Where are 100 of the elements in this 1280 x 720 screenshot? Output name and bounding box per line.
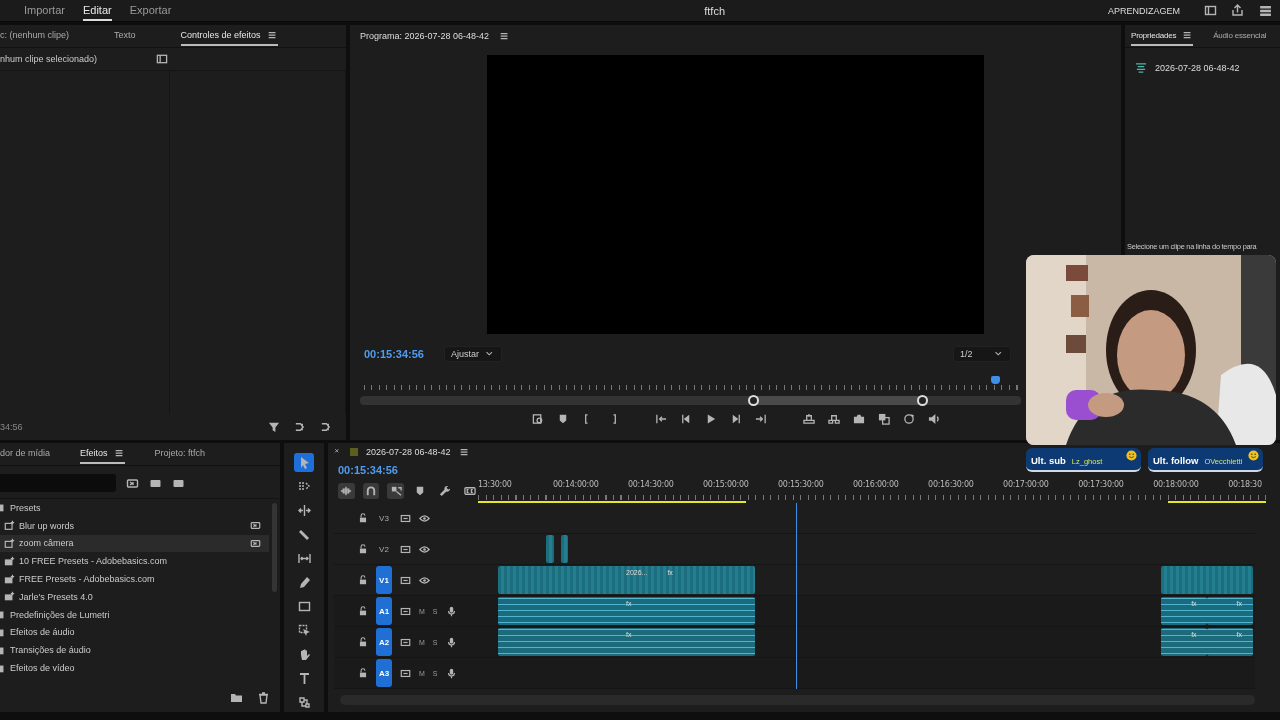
filter-icon[interactable]: [268, 421, 280, 433]
snap-icon[interactable]: [365, 485, 377, 497]
panel-tab[interactable]: Áudio essencial: [1213, 27, 1267, 45]
timecode: 34:56: [0, 422, 23, 432]
volume-icon[interactable]: [927, 413, 940, 425]
step-back-icon[interactable]: [679, 413, 692, 425]
effects-item[interactable]: FREE Presets - Adobebasics.com: [0, 570, 269, 588]
menu-icon[interactable]: [1258, 3, 1272, 18]
track-target[interactable]: V2: [376, 535, 392, 563]
video-clip[interactable]: [560, 535, 569, 563]
effects-item[interactable]: Transições de áudio: [0, 641, 269, 660]
menu-icon[interactable]: [113, 447, 125, 459]
smiley-icon: [1248, 450, 1259, 461]
sync-lock-icon[interactable]: [400, 512, 411, 524]
linked-selection-icon[interactable]: [389, 485, 402, 497]
sync-lock-icon[interactable]: [400, 574, 411, 586]
ruler-label: 00:18:00:00: [1153, 480, 1199, 489]
go-to-in-icon[interactable]: [654, 413, 667, 425]
eye-icon[interactable]: [419, 543, 430, 555]
video-clip[interactable]: [546, 535, 554, 563]
panel-icon[interactable]: [1204, 4, 1217, 17]
effects-item[interactable]: Efeitos de áudio: [0, 623, 269, 642]
track-target[interactable]: A1: [376, 597, 392, 625]
eye-icon[interactable]: [419, 574, 430, 586]
extract-icon[interactable]: [827, 413, 840, 425]
slip-icon: [297, 552, 311, 565]
ruler-label: 00:16:30:00: [928, 480, 974, 489]
sequence-swatch: [350, 448, 358, 456]
badge-label: Ult. sub: [1031, 455, 1066, 466]
track-target[interactable]: V1: [376, 566, 392, 594]
ruler-label: 13:30:00: [478, 480, 512, 489]
scroll-handle[interactable]: [916, 395, 928, 406]
lock-icon[interactable]: [358, 513, 368, 523]
effects-item[interactable]: Jarle's Presets 4.0: [0, 588, 269, 606]
nav-tab[interactable]: Exportar: [129, 0, 172, 21]
panel-tab[interactable]: dor de mídia: [0, 445, 51, 463]
mic-icon[interactable]: [445, 605, 457, 617]
panel-tab[interactable]: Efeitos: [80, 444, 125, 464]
panel-tab[interactable]: Projeto: ftfch: [154, 445, 206, 463]
ruler-label: 00:15:00:00: [703, 480, 749, 489]
track-target[interactable]: A2: [376, 628, 392, 656]
wrench-icon[interactable]: [439, 485, 451, 497]
selection-tool[interactable]: [294, 453, 314, 472]
razor-icon: [297, 528, 311, 541]
resolution-dropdown[interactable]: 1/2: [953, 346, 1011, 362]
effects-item[interactable]: Efeitos de vídeo: [0, 659, 269, 677]
eye-icon[interactable]: [419, 512, 430, 524]
zoom-icon[interactable]: [531, 413, 544, 425]
lock-icon[interactable]: [358, 668, 368, 678]
effects-item[interactable]: zoom câmera: [0, 534, 269, 553]
nest-icon[interactable]: [340, 485, 353, 497]
compare-icon[interactable]: [877, 413, 890, 425]
time-ruler[interactable]: 13:30:00 00:14:00:00 00:14:30:00 00:15:00:00 00:15:30:00 00:16:00:00 00:16:30:00 00:17:00:00 00:17:30:00 00:18:00:00 00:18:30: [478, 479, 1266, 503]
effects-item[interactable]: 10 FREE Presets - Adobebasics.com: [0, 552, 269, 571]
camera-icon[interactable]: [852, 413, 865, 425]
share-icon[interactable]: [1231, 4, 1244, 17]
panel-tab[interactable]: Controles de efeitos: [180, 26, 278, 46]
nav-tab[interactable]: Importar: [24, 0, 65, 21]
sync-lock-icon[interactable]: [400, 543, 411, 555]
track-target[interactable]: A3: [376, 659, 392, 687]
track-target[interactable]: V3: [376, 504, 392, 532]
sync-lock-icon[interactable]: [400, 636, 411, 648]
zoom-scrollbar[interactable]: [360, 396, 1021, 405]
panel-tab[interactable]: c: (nenhum clipe): [0, 27, 70, 45]
timecode[interactable]: 00:15:34:56: [364, 348, 424, 360]
effects-item[interactable]: Presets: [0, 499, 269, 517]
video-clip[interactable]: [1161, 566, 1253, 594]
timecode[interactable]: 00:15:34:56: [338, 464, 398, 476]
trim-icon[interactable]: [902, 413, 915, 425]
close-icon[interactable]: [334, 448, 342, 456]
mic-icon[interactable]: [445, 636, 457, 648]
ripple-edit-icon: [297, 504, 311, 517]
panel-tab[interactable]: Texto: [114, 27, 136, 45]
sync-lock-icon[interactable]: [400, 605, 411, 617]
effects-item[interactable]: Blur up words: [0, 516, 269, 535]
captions-icon[interactable]: [463, 485, 476, 497]
lock-icon[interactable]: [358, 575, 368, 585]
panel-tab[interactable]: Propriedades: [1131, 26, 1194, 46]
bin-icon: [4, 591, 15, 603]
type-icon: [297, 672, 311, 685]
lock-icon[interactable]: [358, 606, 368, 616]
menu-icon[interactable]: [266, 29, 278, 41]
effects-item[interactable]: Predefinições de Lumetri: [0, 605, 269, 624]
nav-tab[interactable]: Editar: [82, 0, 112, 21]
fit-dropdown[interactable]: Ajustar: [443, 346, 502, 362]
menu-icon[interactable]: [458, 446, 470, 458]
sequence-tab[interactable]: 2026-07-28 06-48-42: [366, 447, 451, 457]
sequence-icon: [1135, 62, 1147, 74]
mic-icon[interactable]: [445, 667, 457, 679]
playhead[interactable]: [990, 376, 1000, 384]
lock-icon[interactable]: [358, 637, 368, 647]
lift-icon[interactable]: [802, 413, 815, 425]
learning-link[interactable]: APRENDIZAGEM: [1108, 5, 1180, 16]
scroll-handle[interactable]: [748, 395, 760, 406]
lock-icon[interactable]: [358, 544, 368, 554]
go-to-out-icon[interactable]: [754, 413, 767, 425]
sync-lock-icon[interactable]: [400, 667, 411, 679]
panel-icon[interactable]: [156, 53, 168, 65]
trash-icon[interactable]: [257, 690, 270, 704]
accelerated-icon[interactable]: [126, 476, 139, 490]
